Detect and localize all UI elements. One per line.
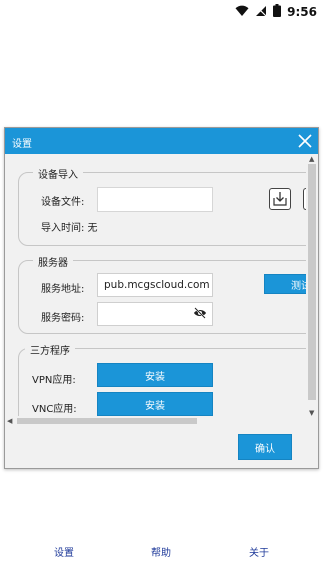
vnc-label: VNC应用: [32,404,77,415]
settings-dialog: 设置 设备导入 设备文件: 导入时间: 无 服务器 服务地址: pub.mcgs… [4,127,319,469]
vnc-install-label: 安装 [145,400,165,412]
wifi-icon [235,5,249,20]
import-file-icon[interactable] [269,188,291,210]
vnc-install-button[interactable]: 安装 [97,392,213,416]
horizontal-scrollbar[interactable]: ◀ [5,416,306,426]
third-party-legend: 三方程序 [25,342,75,357]
status-icons: 9:56 [235,4,317,20]
scroll-down-icon[interactable]: ▼ [309,409,314,417]
vpn-install-button[interactable]: 安装 [97,363,213,387]
bottom-nav: 设置 帮助 关于 [0,536,325,566]
status-time: 9:56 [287,5,317,19]
nav-about[interactable]: 关于 [249,544,269,559]
device-import-legend: 设备导入 [33,166,83,181]
horizontal-scroll-thumb[interactable] [17,418,197,424]
confirm-button[interactable]: 确认 [238,434,292,460]
status-bar: 9:56 [0,0,325,24]
device-file-label: 设备文件: [41,197,85,208]
import-time-label: 导入时间: 无 [41,223,98,234]
server-address-label: 服务地址: [41,284,85,295]
dialog-content: 设备导入 设备文件: 导入时间: 无 服务器 服务地址: pub.mcgsclo… [5,154,318,420]
server-legend: 服务器 [33,254,73,269]
device-file-field[interactable] [97,187,213,212]
server-password-label: 服务密码: [41,313,85,324]
vpn-label: VPN应用: [32,375,76,386]
nav-settings[interactable]: 设置 [54,544,74,559]
eye-hide-icon[interactable] [193,307,207,322]
scroll-up-icon[interactable]: ▲ [309,155,314,163]
vertical-scroll-thumb[interactable] [308,164,316,400]
dialog-titlebar: 设置 [5,128,318,154]
third-party-group: 三方程序 VPN应用: 安装 VNC应用: 安装 [18,342,318,420]
device-import-group: 设备导入 设备文件: 导入时间: 无 [18,166,318,246]
scroll-left-icon[interactable]: ◀ [7,417,12,425]
confirm-button-label: 确认 [255,443,275,455]
vpn-install-label: 安装 [145,371,165,383]
close-icon[interactable] [294,130,316,152]
battery-icon [273,4,282,20]
server-group: 服务器 服务地址: pub.mcgscloud.com 服务密码: 测试 [18,254,318,334]
server-address-input[interactable]: pub.mcgscloud.com [97,273,213,297]
vertical-scrollbar[interactable]: ▲ ▼ [306,154,318,420]
signal-icon [255,5,267,20]
nav-help[interactable]: 帮助 [151,544,171,559]
dialog-title: 设置 [12,139,32,150]
